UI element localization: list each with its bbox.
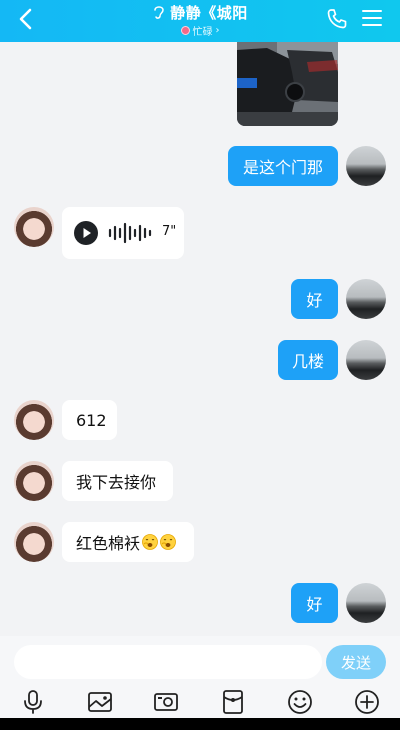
peer-avatar[interactable] — [14, 400, 54, 440]
contact-info[interactable]: 静静《城阳 忙碌 › — [100, 2, 300, 38]
message-bubble-self[interactable]: 好 — [291, 279, 338, 319]
input-bar: 发送 — [0, 636, 400, 688]
self-avatar[interactable] — [346, 146, 386, 186]
message-text: 我下去接你 — [76, 473, 157, 492]
voice-duration: 7" — [162, 224, 177, 239]
menu-icon[interactable] — [362, 9, 382, 27]
message-bubble-self[interactable]: 是这个门那 — [228, 146, 338, 186]
send-button[interactable]: 发送 — [326, 645, 386, 679]
message-text: 红色棉袄 — [76, 534, 141, 553]
play-icon[interactable] — [74, 221, 98, 245]
yawn-emoji-icon — [160, 534, 176, 550]
peer-avatar[interactable] — [14, 461, 54, 501]
mic-icon[interactable] — [20, 689, 46, 715]
message-bubble-peer[interactable]: 我下去接你 — [62, 461, 173, 501]
image-icon[interactable] — [87, 689, 113, 715]
camera-icon[interactable] — [153, 689, 179, 715]
peer-avatar[interactable] — [14, 522, 54, 562]
message-list[interactable]: 是这个门那 7" 好 几楼 612 我下去接你 红色棉袄 好 — [0, 42, 400, 636]
plus-icon[interactable] — [354, 689, 380, 715]
phone-call-icon[interactable] — [326, 8, 348, 30]
input-toolbar — [0, 688, 400, 718]
yawn-emoji-icon — [142, 534, 158, 550]
busy-status-icon — [180, 25, 190, 35]
self-avatar[interactable] — [346, 340, 386, 380]
message-text: 612 — [76, 410, 107, 430]
self-avatar[interactable] — [346, 279, 386, 319]
contact-status: 忙碌 — [192, 26, 213, 38]
image-message[interactable] — [237, 42, 338, 126]
parked-car-photo — [237, 42, 338, 126]
message-text: 好 — [306, 595, 323, 614]
message-bubble-peer[interactable]: 612 — [62, 400, 117, 440]
emoji-icon[interactable] — [287, 689, 313, 715]
contact-name: 静静《城阳 — [170, 3, 248, 22]
message-text: 几楼 — [292, 352, 325, 371]
message-bubble-peer[interactable]: 红色棉袄 — [62, 522, 194, 562]
chat-header: 静静《城阳 忙碌 › — [0, 0, 400, 42]
message-text: 好 — [306, 291, 323, 310]
red-packet-icon[interactable] — [220, 689, 246, 715]
peer-avatar[interactable] — [14, 207, 54, 247]
message-bubble-self[interactable]: 好 — [291, 583, 338, 623]
ear-icon — [154, 6, 164, 19]
waveform-icon — [108, 222, 152, 244]
voice-message[interactable]: 7" — [62, 207, 184, 259]
message-input[interactable] — [14, 645, 322, 679]
status-chevron: › — [215, 24, 220, 36]
system-nav-bar — [0, 718, 400, 730]
back-arrow-icon[interactable] — [14, 6, 40, 32]
self-avatar[interactable] — [346, 583, 386, 623]
message-bubble-self[interactable]: 几楼 — [278, 340, 338, 380]
message-text: 是这个门那 — [242, 158, 323, 177]
